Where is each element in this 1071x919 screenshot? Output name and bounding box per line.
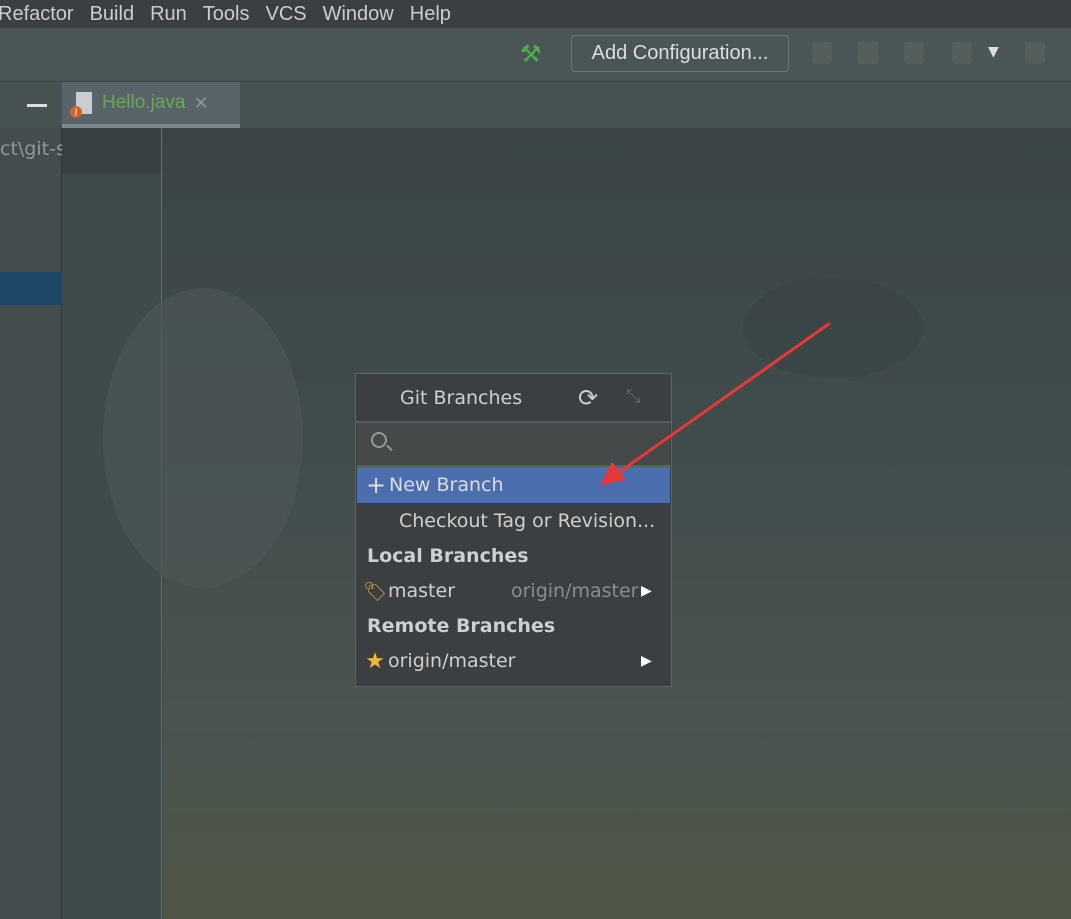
collapse-icon[interactable]: ⤡ [626, 386, 640, 407]
coverage-icon[interactable] [904, 42, 924, 64]
popup-title: Git Branches [400, 386, 523, 409]
plus-icon: + [365, 471, 387, 499]
menu-tools[interactable]: Tools [203, 3, 250, 26]
refresh-icon[interactable]: ⟳ [578, 384, 598, 412]
new-branch-item[interactable]: + New Branch [357, 467, 670, 503]
selected-tree-row[interactable] [0, 272, 62, 305]
submenu-arrow-icon[interactable]: ▶ [641, 653, 652, 669]
menu-help[interactable]: Help [410, 3, 451, 26]
menu-vcs[interactable]: VCS [265, 3, 306, 26]
editor-tabs: J Hello.java ✕ [0, 82, 1071, 128]
project-path: ct\git-s [0, 138, 62, 160]
chevron-down-icon[interactable]: ▼ [988, 44, 999, 60]
add-configuration-button[interactable]: Add Configuration... [571, 35, 789, 72]
profile-icon[interactable] [952, 42, 972, 64]
menu-bar: Refactor Build Run Tools VCS Window Help [0, 0, 1071, 28]
build-hammer-icon[interactable]: ⚒ [520, 40, 542, 68]
menu-refactor[interactable]: Refactor [0, 3, 74, 26]
project-panel: ct\git-s [0, 128, 62, 919]
checkout-tag-label: Checkout Tag or Revision... [399, 510, 656, 532]
menu-window[interactable]: Window [323, 3, 394, 26]
tab-label: Hello.java [102, 92, 186, 113]
new-branch-label: New Branch [389, 474, 504, 496]
toolbar: ⚒ Add Configuration... ▼ [0, 28, 1071, 82]
submenu-arrow-icon[interactable]: ▶ [641, 583, 652, 599]
checkout-tag-item[interactable]: Checkout Tag or Revision... [356, 503, 671, 539]
menu-build[interactable]: Build [90, 3, 134, 26]
branch-search-input[interactable] [357, 423, 670, 467]
tag-icon: 🏷 [362, 580, 388, 603]
stop-icon[interactable] [1025, 42, 1045, 64]
minimize-icon[interactable] [27, 104, 47, 107]
panel-tools [0, 82, 62, 128]
remote-branches-header: Remote Branches [367, 615, 556, 637]
branch-name: master [388, 580, 456, 602]
debug-icon[interactable] [858, 42, 878, 64]
tab-hello-java[interactable]: J Hello.java ✕ [62, 82, 240, 128]
local-branch-master[interactable]: 🏷 master origin/master ▶ [356, 573, 671, 609]
run-icon[interactable] [812, 42, 832, 64]
java-file-icon: J [70, 92, 92, 118]
menu-run[interactable]: Run [150, 3, 187, 26]
remote-branch-origin-master[interactable]: ★ origin/master ▶ [356, 643, 671, 679]
star-icon: ★ [365, 648, 385, 674]
java-badge: J [70, 106, 82, 118]
close-icon[interactable]: ✕ [193, 93, 208, 114]
local-branches-header: Local Branches [367, 545, 529, 567]
git-branches-popup: Git Branches ⟳ ⤡ + New Branch Checkout T… [355, 373, 672, 687]
search-icon [371, 432, 387, 448]
branch-name: origin/master [388, 650, 516, 672]
tracking-branch: origin/master [511, 580, 639, 602]
popup-header: Git Branches ⟳ ⤡ [356, 374, 671, 423]
